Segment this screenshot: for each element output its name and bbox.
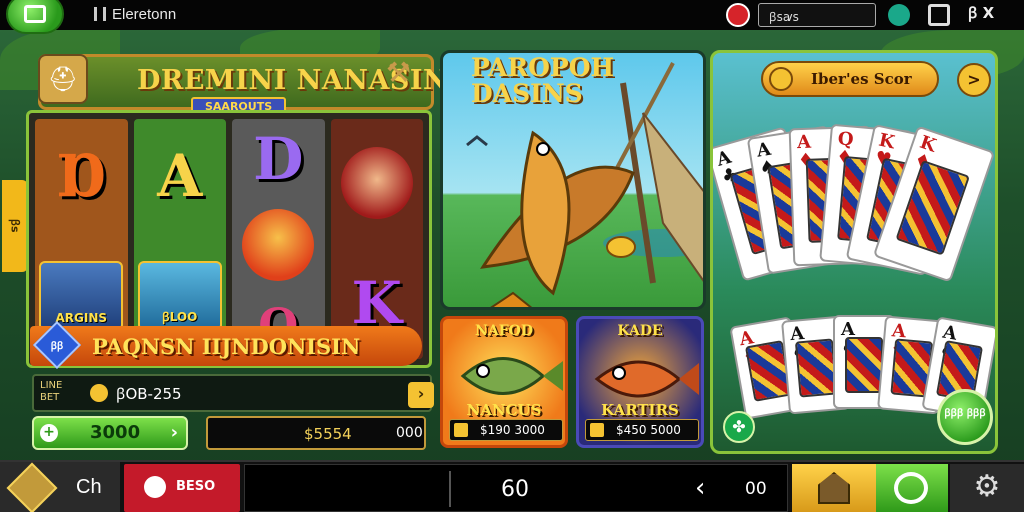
reel-2: A ꞵLOO: [133, 119, 226, 359]
tile-value: $190 3000: [480, 423, 545, 437]
top-bar: Eleretonn ꞵꜱꜹꜱ ꞵ X: [0, 0, 1024, 34]
reel-symbol: A: [157, 142, 203, 210]
menu-button[interactable]: [6, 0, 64, 34]
tile-title-top: KADE: [617, 323, 663, 339]
coin-icon: [90, 384, 108, 402]
pirate-face-icon: [340, 146, 413, 219]
home-label: Ch: [76, 476, 102, 498]
slot-game-panel[interactable]: DREMINI NANASIN SAAROUTS ⛑ ⚒ ꞵꜱ Ɒ ARGINS…: [2, 48, 448, 458]
helmet-icon: ⛑: [38, 54, 88, 104]
bet-row: LINE BET ꞵOB-255 ›: [32, 374, 434, 412]
bottom-bar: Ch BESO 60 ‹ 00 ⚙: [0, 460, 1024, 512]
coin-icon: [769, 67, 793, 91]
tile-title-top: NAFOD: [475, 323, 533, 339]
axe-icon: ⚒: [386, 56, 412, 89]
reel-4: K: [330, 119, 423, 359]
red-action-label: BESO: [176, 479, 216, 494]
side-tab[interactable]: ꞵꜱ: [2, 180, 28, 272]
gem-label: ꞵꞵ: [50, 341, 64, 352]
slot-banner: DREMINI NANASIN SAAROUTS: [38, 54, 448, 116]
card-game-panel[interactable]: Iber'es Scor > A♣A♠A♦Q♦K♥K♦ A♦A♠A♠A♦A♠ ✤…: [710, 50, 998, 454]
home-button[interactable]: Ch: [0, 462, 120, 512]
reel-symbol-label: ARGINS: [55, 311, 108, 325]
reel-symbol: D: [253, 124, 304, 193]
bet-value: ꞵOB-255: [116, 385, 182, 403]
social-icon: [894, 472, 928, 504]
card-face-art: [795, 338, 838, 398]
pause-icon: [94, 7, 106, 21]
confirm-button[interactable]: ꞵꞵꞵ ꞵꞵꞵ: [937, 389, 993, 445]
record-icon: [144, 476, 166, 498]
reel-symbol-label: ꞵLOO: [162, 310, 198, 324]
spin-button[interactable]: + 3000 ›: [32, 416, 188, 450]
home-icon: [6, 462, 58, 512]
tile-value: $450 5000: [616, 423, 681, 437]
divider: [449, 471, 451, 507]
jackpot-label: PAQNSN IIJNDONISIN: [92, 334, 361, 359]
reel-1: Ɒ ARGINS: [35, 119, 128, 359]
bet-label: LINE BET: [40, 380, 63, 403]
fish-title-line1: PAROPOH: [471, 53, 615, 82]
right-value: 00: [745, 479, 767, 499]
gem-icon: ꞵꞵ: [32, 320, 82, 370]
reel-symbol-card: ARGINS: [39, 261, 124, 331]
fish-game-panel[interactable]: PAROPOH DASINS: [440, 50, 706, 310]
app-title: Eleretonn: [94, 6, 176, 23]
balance-amount: $5554: [304, 425, 352, 443]
card-game-header-label: Iber'es Scor: [811, 70, 912, 88]
chevron-right-icon: ›: [170, 422, 178, 443]
plus-icon: +: [40, 424, 58, 442]
game-tile-nancus[interactable]: NAFOD NANCUS $190 3000: [440, 316, 568, 448]
social-button[interactable]: [876, 464, 948, 512]
shop-button[interactable]: [792, 464, 876, 512]
reel-symbol: Ɒ: [56, 142, 106, 210]
jackpot-banner: ꞵꞵ PAQNSN IIJNDONISIN: [30, 320, 422, 370]
coin-icon: [454, 423, 468, 437]
shop-icon: [818, 472, 850, 504]
bet-adjust-button[interactable]: ›: [408, 382, 434, 408]
settings-button[interactable]: ⚙: [950, 464, 1024, 512]
next-button[interactable]: >: [957, 63, 991, 97]
tile-title-bottom: KARTIRS: [601, 401, 679, 419]
fish-game-title: PAROPOH DASINS: [471, 55, 614, 107]
spin-value: 3000: [90, 422, 141, 443]
reel-symbol-card: ꞵLOO: [137, 261, 222, 331]
alert-icon[interactable]: [726, 3, 750, 27]
balance-extra: 000: [396, 425, 423, 441]
tile-footer: $190 3000: [449, 419, 563, 441]
chevron-left-icon[interactable]: ‹: [695, 473, 705, 503]
fish-title-line2: DASINS: [471, 79, 583, 108]
red-action-button[interactable]: BESO: [124, 464, 240, 512]
center-display: 60 ‹ 00: [244, 464, 788, 512]
card-face-art: [895, 160, 970, 256]
add-icon[interactable]: [888, 4, 910, 26]
reel-3: D Q: [232, 119, 325, 359]
monster-face-icon: [242, 208, 315, 281]
close-button[interactable]: ꞵ X: [968, 3, 994, 23]
tile-footer: $450 5000: [585, 419, 699, 441]
app-title-text: Eleretonn: [112, 6, 177, 23]
top-search-field[interactable]: ꞵꜱꜹꜱ: [758, 3, 876, 27]
card-game-header[interactable]: Iber'es Scor: [761, 61, 939, 97]
menu-icon: [24, 5, 46, 23]
balance-display: $5554 000: [206, 416, 426, 450]
card-face-art: [845, 336, 883, 393]
tile-title-bottom: NANCUS: [466, 401, 542, 419]
game-tile-kartirs[interactable]: KADE KARTIRS $450 5000: [576, 316, 704, 448]
window-icon[interactable]: [928, 4, 950, 26]
coin-icon: [590, 423, 604, 437]
clover-button[interactable]: ✤: [723, 411, 755, 443]
gear-icon: ⚙: [973, 469, 1001, 504]
center-value: 60: [501, 477, 529, 502]
reel-symbol: K: [351, 268, 402, 337]
